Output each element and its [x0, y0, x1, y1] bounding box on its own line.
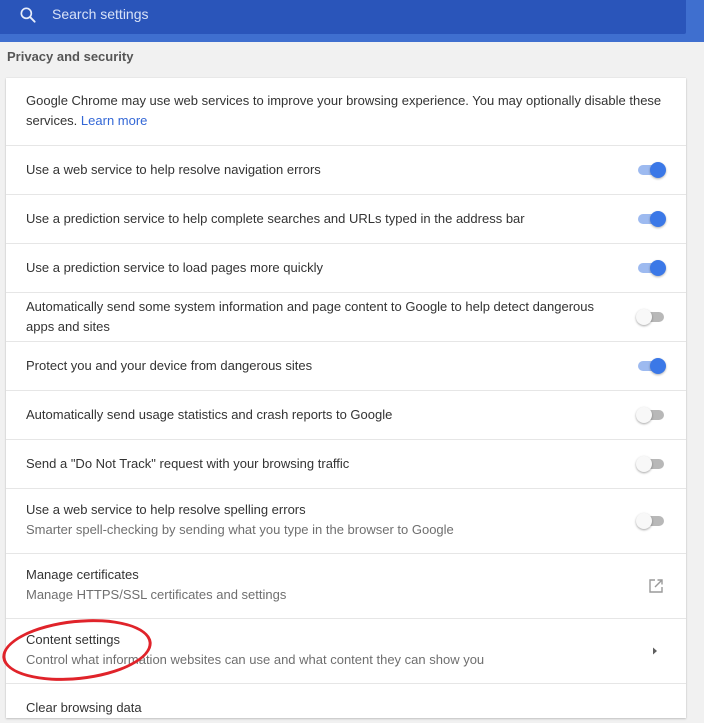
toggle-knob: [650, 162, 666, 178]
toggle-knob: [636, 456, 652, 472]
manage-certificates-label: Manage certificates: [26, 567, 139, 582]
content-settings-sublabel: Control what information websites can us…: [26, 652, 485, 667]
toggle-knob: [650, 260, 666, 276]
protect-device-toggle[interactable]: [636, 358, 666, 374]
learn-more-link[interactable]: Learn more: [81, 113, 147, 128]
intro-text: Google Chrome may use web services to im…: [26, 93, 662, 128]
toggle-knob: [636, 513, 652, 529]
clear-browsing-data-row[interactable]: Clear browsing data: [6, 683, 686, 723]
toggle-knob: [650, 358, 666, 374]
setting-label: Automatically send usage statistics and …: [26, 407, 393, 422]
navigation-errors-toggle[interactable]: [636, 162, 666, 178]
setting-row-search-prediction[interactable]: Use a prediction service to help complet…: [6, 194, 686, 243]
search-prediction-toggle[interactable]: [636, 211, 666, 227]
toggle-knob: [650, 211, 666, 227]
toggle-knob: [636, 309, 652, 325]
intro-row: Google Chrome may use web services to im…: [6, 78, 686, 146]
setting-label: Use a prediction service to help complet…: [26, 211, 525, 226]
do-not-track-toggle[interactable]: [636, 456, 666, 472]
setting-label: Use a web service to help resolve spelli…: [26, 502, 306, 517]
setting-label: Use a prediction service to load pages m…: [26, 260, 323, 275]
usage-statistics-toggle[interactable]: [636, 407, 666, 423]
setting-row-do-not-track[interactable]: Send a "Do Not Track" request with your …: [6, 439, 686, 488]
open-in-new-icon[interactable]: [648, 578, 664, 594]
content-settings-label: Content settings: [26, 632, 120, 647]
content-settings-text: Content settings Control what informatio…: [26, 630, 616, 670]
manage-certificates-row[interactable]: Manage certificates Manage HTTPS/SSL cer…: [6, 553, 686, 618]
clear-browsing-data-label: Clear browsing data: [26, 700, 142, 715]
setting-row-page-prediction[interactable]: Use a prediction service to load pages m…: [6, 243, 686, 292]
setting-row-navigation-errors[interactable]: Use a web service to help resolve naviga…: [6, 145, 686, 194]
manage-certificates-text: Manage certificates Manage HTTPS/SSL cer…: [26, 565, 616, 605]
setting-label: Use a web service to help resolve naviga…: [26, 162, 321, 177]
manage-certificates-sublabel: Manage HTTPS/SSL certificates and settin…: [26, 587, 287, 602]
section-title: Privacy and security: [7, 49, 134, 64]
spelling-errors-toggle[interactable]: [636, 513, 666, 529]
setting-sublabel: Smarter spell-checking by sending what y…: [26, 522, 454, 537]
setting-label: Send a "Do Not Track" request with your …: [26, 456, 350, 471]
setting-row-usage-statistics[interactable]: Automatically send usage statistics and …: [6, 390, 686, 439]
content-settings-row[interactable]: Content settings Control what informatio…: [6, 618, 686, 683]
setting-row-spelling-errors[interactable]: Use a web service to help resolve spelli…: [6, 488, 686, 553]
toggle-knob: [636, 407, 652, 423]
header-bar: [0, 0, 704, 42]
search-icon[interactable]: [18, 5, 38, 25]
page-prediction-toggle[interactable]: [636, 260, 666, 276]
safe-browsing-reports-toggle[interactable]: [636, 309, 666, 325]
setting-label: Protect you and your device from dangero…: [26, 358, 313, 373]
search-box[interactable]: [0, 0, 686, 34]
setting-row-protect-device[interactable]: Protect you and your device from dangero…: [6, 341, 686, 390]
privacy-settings-card: Google Chrome may use web services to im…: [6, 78, 686, 718]
setting-row-safe-browsing-reports[interactable]: Automatically send some system informati…: [6, 292, 686, 341]
setting-text: Use a web service to help resolve spelli…: [26, 500, 616, 540]
setting-label: Automatically send some system informati…: [26, 299, 595, 334]
arrow-right-icon[interactable]: [651, 646, 659, 656]
search-input[interactable]: [52, 0, 652, 28]
